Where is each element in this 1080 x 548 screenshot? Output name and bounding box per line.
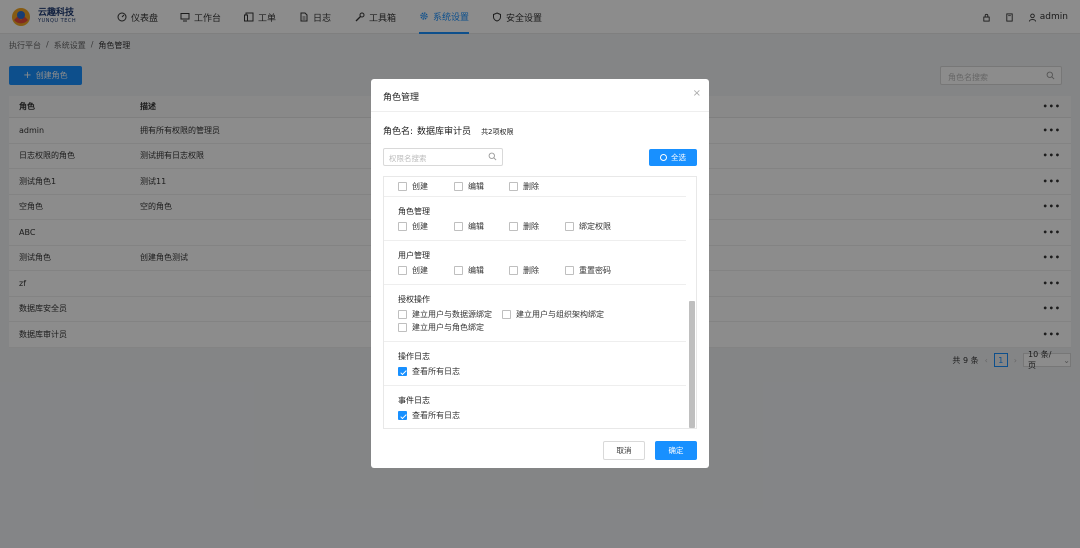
checkbox-icon xyxy=(502,310,511,319)
permission-label: 查看所有日志 xyxy=(412,411,460,420)
checkbox-icon xyxy=(398,323,407,332)
checkbox-icon xyxy=(454,266,463,275)
permission-label: 创建 xyxy=(412,182,428,191)
permission-group: 用户管理创建 编辑 删除 重置密码 xyxy=(384,241,686,285)
permission-label: 删除 xyxy=(523,222,539,231)
permission-label: 编辑 xyxy=(468,222,484,231)
permission-checkbox[interactable]: 创建 xyxy=(398,181,428,192)
permission-checkbox[interactable]: 删除 xyxy=(509,221,539,232)
permission-checkbox[interactable]: 创建 xyxy=(398,221,428,232)
permission-group-title: 用户管理 xyxy=(398,251,430,260)
confirm-button[interactable]: 确定 xyxy=(655,441,697,460)
permission-label: 建立用户与组织架构绑定 xyxy=(516,310,604,319)
role-name-value: 数据库审计员 xyxy=(417,127,472,137)
checkbox-icon xyxy=(398,367,407,376)
checkbox-icon xyxy=(398,182,407,191)
check-circle-icon xyxy=(660,154,667,161)
permission-label: 查看所有日志 xyxy=(412,367,460,376)
checkbox-icon xyxy=(398,310,407,319)
checkbox-icon xyxy=(454,182,463,191)
permission-search-placeholder: 权限名搜索 xyxy=(389,154,427,163)
permission-list: 创建 编辑 删除 角色管理 创建 编辑 删除 绑定权限 用户管理 创建 编辑 删除 重置密码 授权操作 建立… xyxy=(383,176,697,429)
checkbox-icon xyxy=(509,182,518,191)
cancel-label: 取消 xyxy=(616,446,632,455)
select-all-label: 全选 xyxy=(671,153,686,162)
cancel-button[interactable]: 取消 xyxy=(603,441,645,460)
permission-label: 创建 xyxy=(412,222,428,231)
permission-checkbox[interactable]: 删除 xyxy=(509,265,539,276)
permission-checkbox[interactable]: 建立用户与角色绑定 xyxy=(398,322,484,333)
checkbox-icon xyxy=(398,411,407,420)
checkbox-icon xyxy=(565,266,574,275)
permission-group-title: 事件日志 xyxy=(398,396,430,405)
permission-checkbox[interactable]: 编辑 xyxy=(454,181,484,192)
permission-label: 编辑 xyxy=(468,182,484,191)
modal-header: 角色管理 × xyxy=(371,79,709,112)
permission-checkbox[interactable]: 编辑 xyxy=(454,221,484,232)
permission-search-input[interactable]: 权限名搜索 xyxy=(383,148,503,166)
permission-checkbox[interactable]: 查看所有日志 xyxy=(398,366,460,377)
permission-group-title: 操作日志 xyxy=(398,352,430,361)
role-name-line: 角色名: 数据库审计员 共2项权限 xyxy=(383,124,514,137)
checkbox-icon xyxy=(454,222,463,231)
permission-checkbox[interactable]: 编辑 xyxy=(454,265,484,276)
permission-group: 操作日志查看所有日志 xyxy=(384,342,686,386)
checkbox-icon xyxy=(509,222,518,231)
permission-group-title: 授权操作 xyxy=(398,295,430,304)
permission-checkbox[interactable]: 绑定权限 xyxy=(565,221,611,232)
permission-checkbox[interactable]: 建立用户与组织架构绑定 xyxy=(502,309,604,320)
permission-checkbox[interactable]: 删除 xyxy=(509,181,539,192)
permission-checkbox[interactable]: 查看所有日志 xyxy=(398,410,460,421)
permission-label: 绑定权限 xyxy=(579,222,611,231)
checkbox-icon xyxy=(398,222,407,231)
permission-checkbox[interactable]: 创建 xyxy=(398,265,428,276)
permission-label: 建立用户与角色绑定 xyxy=(412,323,484,332)
permission-count: 共2项权限 xyxy=(481,128,514,136)
checkbox-icon xyxy=(509,266,518,275)
permission-group: 角色管理创建 编辑 删除 绑定权限 xyxy=(384,197,686,241)
permission-label: 编辑 xyxy=(468,266,484,275)
permission-checkbox[interactable]: 重置密码 xyxy=(565,265,611,276)
permission-label: 创建 xyxy=(412,266,428,275)
permission-label: 删除 xyxy=(523,182,539,191)
search-icon xyxy=(488,152,497,161)
permission-checkbox[interactable]: 建立用户与数据源绑定 xyxy=(398,309,492,320)
permission-group: 授权操作建立用户与数据源绑定 建立用户与组织架构绑定建立用户与角色绑定 xyxy=(384,285,686,342)
permission-label: 建立用户与数据源绑定 xyxy=(412,310,492,319)
permission-label: 删除 xyxy=(523,266,539,275)
role-name-label: 角色名: xyxy=(383,127,414,137)
scrollbar-thumb[interactable] xyxy=(689,301,695,428)
confirm-label: 确定 xyxy=(668,446,684,455)
checkbox-icon xyxy=(398,266,407,275)
modal-title: 角色管理 xyxy=(383,93,420,103)
permission-list-scrollbar[interactable] xyxy=(689,177,695,428)
permission-group-title: 角色管理 xyxy=(398,207,430,216)
permission-label: 重置密码 xyxy=(579,266,611,275)
permission-group: 事件日志查看所有日志 xyxy=(384,386,686,428)
close-icon[interactable]: × xyxy=(693,88,701,99)
select-all-button[interactable]: 全选 xyxy=(649,149,697,166)
checkbox-icon xyxy=(565,222,574,231)
permission-group: 创建 编辑 删除 xyxy=(384,177,686,197)
role-management-modal: 角色管理 × 角色名: 数据库审计员 共2项权限 权限名搜索 全选 创建 编辑 删除… xyxy=(371,79,709,468)
